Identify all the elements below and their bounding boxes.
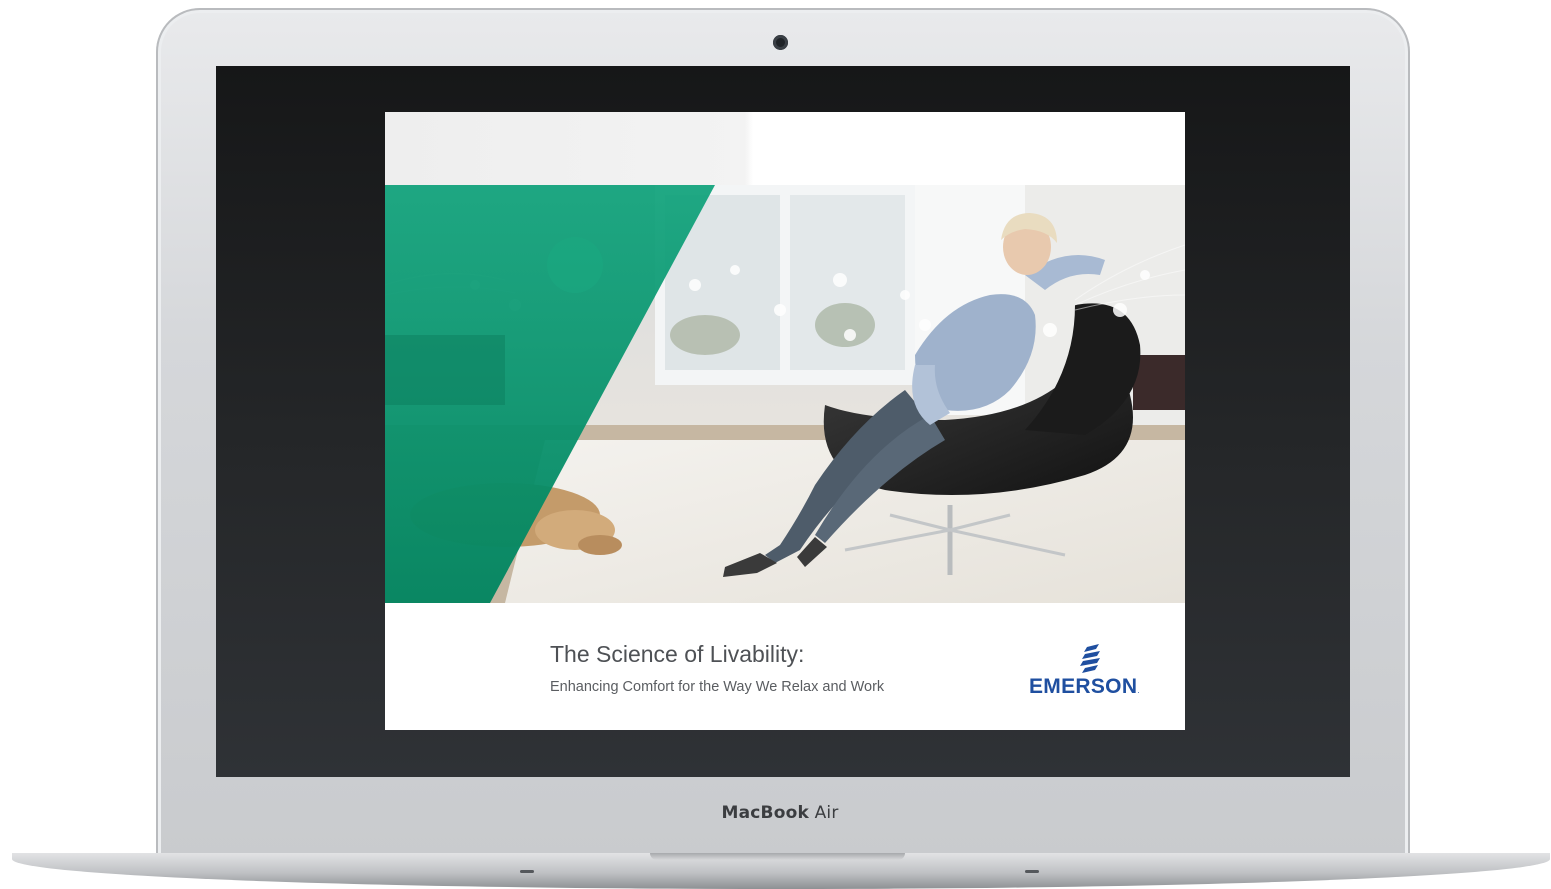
document-subtitle: Enhancing Comfort for the Way We Relax a… <box>550 679 885 695</box>
emerson-logo: EMERSON. <box>1029 643 1159 699</box>
cover-top-band <box>385 112 1185 185</box>
laptop-foot <box>520 870 534 873</box>
laptop-foot <box>1025 870 1039 873</box>
emerson-logo-text: EMERSON. <box>1029 675 1140 698</box>
laptop-opening-notch <box>650 853 905 860</box>
cover-photo <box>385 185 1185 603</box>
brand-regular: Air <box>814 803 839 823</box>
document-cover: The Science of Livability: Enhancing Com… <box>385 112 1185 730</box>
emerson-logo-mark <box>1080 644 1100 673</box>
document-title: The Science of Livability: <box>550 641 805 667</box>
device-brand-label: MacBook Air <box>680 803 880 823</box>
webcam-icon <box>773 35 788 50</box>
brand-bold: MacBook <box>721 803 809 823</box>
